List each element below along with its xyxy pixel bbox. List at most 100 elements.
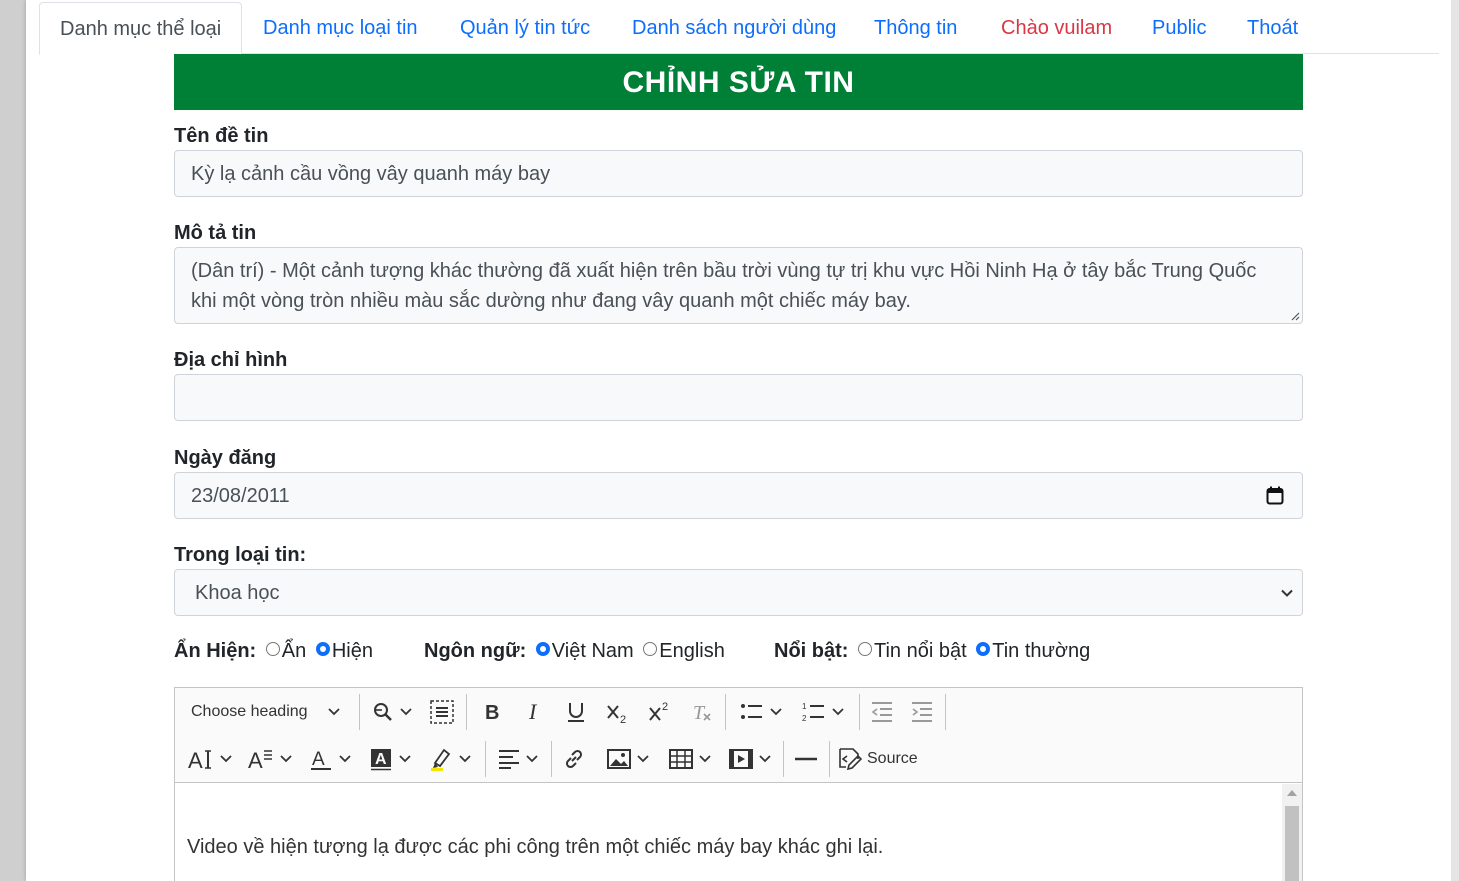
toolbar-separator — [783, 741, 784, 777]
editor-paragraph: Video về hiện tượng lạ được các phi công… — [187, 836, 884, 858]
tab-quan-ly-tin-tuc[interactable]: Quản lý tin tức — [440, 2, 610, 54]
toolbar-separator — [725, 694, 726, 730]
svg-text:2: 2 — [662, 701, 668, 713]
editor-content[interactable]: Video về hiện tượng lạ được các phi công… — [175, 784, 1280, 881]
title-input[interactable]: Kỳ lạ cảnh cầu vồng vây quanh máy bay — [174, 150, 1303, 197]
chevron-down-icon — [280, 755, 292, 763]
tab-danh-sach-nguoi-dung[interactable]: Danh sách người dùng — [612, 2, 856, 54]
link-button[interactable] — [557, 741, 591, 777]
font-size-button[interactable]: A — [183, 741, 237, 777]
tab-thoat[interactable]: Thoát — [1227, 2, 1318, 54]
bold-icon: B — [485, 702, 499, 723]
outdent-button[interactable] — [865, 694, 899, 730]
heading-dropdown[interactable]: Choose heading — [183, 694, 355, 730]
radio-tin-noi-bat[interactable] — [858, 642, 872, 656]
font-family-icon: A — [248, 748, 272, 771]
date-value: 23/08/2011 — [191, 485, 290, 507]
horizontal-line-icon — [795, 757, 817, 761]
chevron-down-icon — [832, 708, 844, 716]
featured-group: Nổi bật: Tin nổi bật Tin thường — [774, 640, 1090, 663]
description-textarea[interactable]: (Dân trí) - Một cảnh tượng khác thường đ… — [174, 247, 1303, 324]
source-label: Source — [867, 750, 918, 767]
image-input[interactable] — [174, 374, 1303, 421]
subscript-button[interactable]: 2 — [601, 694, 635, 730]
radio-english-label: English — [659, 640, 725, 662]
remove-format-button[interactable]: T — [685, 694, 719, 730]
toolbar-separator — [829, 741, 830, 777]
svg-text:2: 2 — [802, 714, 807, 723]
calendar-icon[interactable] — [1266, 486, 1284, 505]
toolbar-separator — [359, 694, 360, 730]
remove-format-icon: T — [693, 702, 711, 724]
featured-label: Nổi bật: — [774, 640, 849, 662]
indent-icon — [912, 702, 932, 722]
date-input[interactable]: 23/08/2011 — [174, 472, 1303, 519]
italic-button[interactable]: I — [517, 694, 551, 730]
highlighter-icon — [431, 748, 451, 771]
indent-button[interactable] — [905, 694, 939, 730]
table-icon — [669, 749, 693, 769]
numbered-list-button[interactable]: 12 — [793, 694, 853, 730]
description-text: (Dân trí) - Một cảnh tượng khác thường đ… — [191, 260, 1257, 312]
insert-table-button[interactable] — [663, 741, 717, 777]
tab-chao-user[interactable]: Chào vuilam — [981, 2, 1132, 54]
outdent-icon — [871, 702, 892, 722]
chevron-down-icon — [526, 755, 538, 763]
visibility-label: Ẩn Hiện: — [174, 640, 257, 662]
font-color-button[interactable]: A — [303, 741, 357, 777]
image-label: Địa chỉ hình — [174, 349, 288, 371]
tab-danh-muc-the-loai[interactable]: Danh mục thể loại — [39, 2, 243, 55]
editor-scrollbar[interactable] — [1282, 784, 1302, 881]
nav-tabs: Danh mục thể loại Danh mục loại tin Quản… — [39, 0, 1439, 55]
resize-grip-icon[interactable] — [1290, 311, 1300, 321]
find-replace-button[interactable] — [365, 694, 417, 730]
bold-button[interactable]: B — [475, 694, 509, 730]
highlight-button[interactable] — [423, 741, 477, 777]
radio-hien-label: Hiện — [331, 640, 373, 662]
svg-text:A: A — [312, 749, 325, 770]
scrollbar-thumb[interactable] — [1285, 806, 1299, 881]
category-select[interactable]: Khoa học — [174, 569, 1303, 616]
page-title: CHỈNH SỬA TIN — [174, 54, 1303, 110]
svg-text:1: 1 — [802, 702, 807, 711]
radio-tin-thuong[interactable] — [976, 642, 991, 656]
category-label: Trong loại tin: — [174, 544, 307, 566]
source-button[interactable]: Source — [837, 741, 929, 777]
italic-icon: I — [528, 701, 538, 723]
font-family-button[interactable]: A — [243, 741, 297, 777]
insert-media-button[interactable] — [723, 741, 777, 777]
category-value: Khoa học — [195, 582, 280, 604]
media-icon — [729, 749, 753, 769]
superscript-button[interactable]: 2 — [643, 694, 677, 730]
font-background-button[interactable]: A — [363, 741, 417, 777]
radio-hien[interactable] — [315, 642, 330, 656]
scroll-up-icon[interactable] — [1287, 790, 1297, 796]
toolbar-separator — [485, 741, 486, 777]
chevron-down-icon — [399, 755, 411, 763]
select-all-button[interactable] — [425, 694, 459, 730]
svg-text:A: A — [248, 748, 263, 771]
tab-danh-muc-loai-tin[interactable]: Danh mục loại tin — [243, 2, 438, 54]
chevron-down-icon — [1281, 589, 1293, 597]
tab-public[interactable]: Public — [1132, 2, 1226, 54]
svg-text:I: I — [528, 701, 538, 723]
chevron-down-icon — [459, 755, 471, 763]
insert-image-button[interactable] — [601, 741, 655, 777]
radio-an[interactable] — [265, 642, 280, 656]
chevron-down-icon — [327, 708, 340, 716]
align-left-icon — [499, 750, 519, 769]
svg-text:T: T — [693, 702, 706, 724]
horizontal-line-button[interactable] — [789, 741, 823, 777]
tab-thong-tin[interactable]: Thông tin — [854, 2, 977, 54]
radio-english[interactable] — [643, 642, 658, 656]
underline-button[interactable] — [559, 694, 593, 730]
font-background-icon: A — [371, 749, 391, 771]
radio-viet-nam[interactable] — [535, 642, 550, 656]
svg-text:B: B — [485, 702, 499, 723]
image-icon — [607, 749, 631, 769]
alignment-button[interactable] — [491, 741, 545, 777]
rich-text-editor: Choose heading B I 2 2 T 1 2 A A A A Sou… — [174, 687, 1303, 881]
bulleted-list-button[interactable] — [731, 694, 791, 730]
link-icon — [565, 749, 583, 769]
chevron-down-icon — [220, 755, 232, 763]
